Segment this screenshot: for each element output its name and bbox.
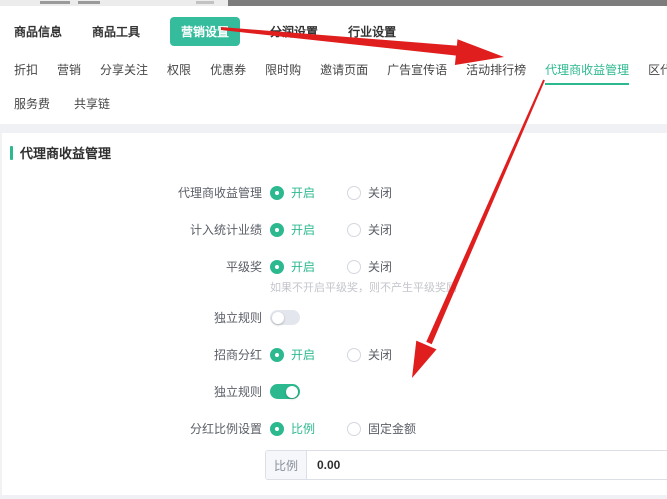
- radio-agent-income-on[interactable]: [270, 186, 284, 200]
- window-bottom-edge: [0, 495, 667, 499]
- window-edge-light: [0, 0, 228, 6]
- edge-artifact: [196, 1, 214, 4]
- field-label: 独立规则: [10, 383, 262, 400]
- tab-product-info[interactable]: 商品信息: [14, 23, 62, 40]
- section-separator: [0, 124, 667, 133]
- field-label: 平级奖: [10, 258, 262, 275]
- radio-performance-on[interactable]: [270, 223, 284, 237]
- marketing-settings-page: 商品信息 商品工具 营销设置 分润设置 行业设置 折扣 营销 分享关注 权限 优…: [0, 0, 667, 499]
- form-row-investment-dividend: 招商分红 开启 关闭: [10, 336, 667, 373]
- radio-peer-bonus-off[interactable]: [347, 260, 361, 274]
- radio-ratio[interactable]: [270, 422, 284, 436]
- tab-share-chain[interactable]: 共享链: [74, 95, 110, 112]
- radio-performance-off[interactable]: [347, 223, 361, 237]
- field-label: 代理商收益管理: [10, 184, 262, 201]
- independent-rule-toggle-off[interactable]: [270, 310, 300, 325]
- radio-label-on[interactable]: 开启: [291, 184, 315, 201]
- field-label: 独立规则: [10, 309, 262, 326]
- radio-label-on[interactable]: 开启: [291, 221, 315, 238]
- radio-dividend-off[interactable]: [347, 348, 361, 362]
- tab-coupons[interactable]: 优惠券: [210, 61, 246, 78]
- tab-service-fee[interactable]: 服务费: [14, 95, 50, 112]
- radio-label-off[interactable]: 关闭: [368, 221, 392, 238]
- tab-marketing[interactable]: 营销: [57, 61, 81, 78]
- section-accent-bar: [10, 146, 13, 160]
- radio-label-off[interactable]: 关闭: [368, 258, 392, 275]
- tertiary-tab-bar: 服务费 共享链: [0, 95, 667, 112]
- field-label: 分红比例设置: [10, 420, 262, 437]
- radio-fixed-amount[interactable]: [347, 422, 361, 436]
- edge-artifact: [40, 1, 70, 4]
- tab-marketing-settings[interactable]: 营销设置: [170, 17, 240, 46]
- edge-artifact: [78, 1, 100, 4]
- ratio-input-row: 比例: [265, 450, 667, 480]
- section-title: 代理商收益管理: [20, 143, 111, 162]
- tab-agent-income-management[interactable]: 代理商收益管理: [545, 61, 629, 78]
- form-row-peer-bonus: 平级奖 开启 关闭: [10, 248, 667, 285]
- tab-profit-settings[interactable]: 分润设置: [270, 23, 318, 40]
- tab-share-follow[interactable]: 分享关注: [100, 61, 148, 78]
- agent-income-form: 代理商收益管理 开启 关闭 计入统计业绩 开启 关闭 平级奖: [10, 174, 667, 480]
- ratio-input[interactable]: [307, 451, 667, 479]
- tab-flash-sale[interactable]: 限时购: [265, 61, 301, 78]
- tab-industry-settings[interactable]: 行业设置: [348, 23, 396, 40]
- toggle-knob: [286, 386, 298, 398]
- field-label: 招商分红: [10, 346, 262, 363]
- ratio-input-prefix: 比例: [266, 451, 307, 479]
- radio-label-fixed-amount[interactable]: 固定金额: [368, 420, 416, 437]
- agent-income-panel: 代理商收益管理 代理商收益管理 开启 关闭 计入统计业绩 开启 关闭: [0, 133, 667, 495]
- tab-discount[interactable]: 折扣: [14, 61, 38, 78]
- tab-invite-page[interactable]: 邀请页面: [320, 61, 368, 78]
- primary-tab-bar: 商品信息 商品工具 营销设置 分润设置 行业设置: [0, 6, 667, 46]
- tab-activity-ranking[interactable]: 活动排行榜: [466, 61, 526, 78]
- radio-label-ratio[interactable]: 比例: [291, 420, 315, 437]
- toggle-knob: [272, 312, 284, 324]
- secondary-tab-bar: 折扣 营销 分享关注 权限 优惠券 限时购 邀请页面 广告宣传语 活动排行榜 代…: [0, 61, 667, 78]
- form-row-agent-income: 代理商收益管理 开启 关闭: [10, 174, 667, 211]
- radio-label-off[interactable]: 关闭: [368, 184, 392, 201]
- radio-peer-bonus-on[interactable]: [270, 260, 284, 274]
- form-row-independent-rule-1: 独立规则: [10, 299, 667, 336]
- form-row-independent-rule-2: 独立规则: [10, 373, 667, 410]
- radio-label-on[interactable]: 开启: [291, 258, 315, 275]
- radio-dividend-on[interactable]: [270, 348, 284, 362]
- tab-product-tools[interactable]: 商品工具: [92, 23, 140, 40]
- independent-rule-toggle-on[interactable]: [270, 384, 300, 399]
- section-header: 代理商收益管理: [10, 143, 667, 162]
- radio-label-on[interactable]: 开启: [291, 346, 315, 363]
- ratio-input-group: 比例: [265, 450, 667, 480]
- form-row-dividend-ratio: 分红比例设置 比例 固定金额: [10, 410, 667, 447]
- radio-agent-income-off[interactable]: [347, 186, 361, 200]
- tab-ad-slogan[interactable]: 广告宣传语: [387, 61, 447, 78]
- field-label: 计入统计业绩: [10, 221, 262, 238]
- peer-bonus-hint: 如果不开启平级奖，则不产生平级奖励: [10, 281, 667, 299]
- radio-label-off[interactable]: 关闭: [368, 346, 392, 363]
- form-row-count-performance: 计入统计业绩 开启 关闭: [10, 211, 667, 248]
- tab-district-agent-recruiter[interactable]: 区代招商员: [648, 61, 667, 78]
- tab-permissions[interactable]: 权限: [167, 61, 191, 78]
